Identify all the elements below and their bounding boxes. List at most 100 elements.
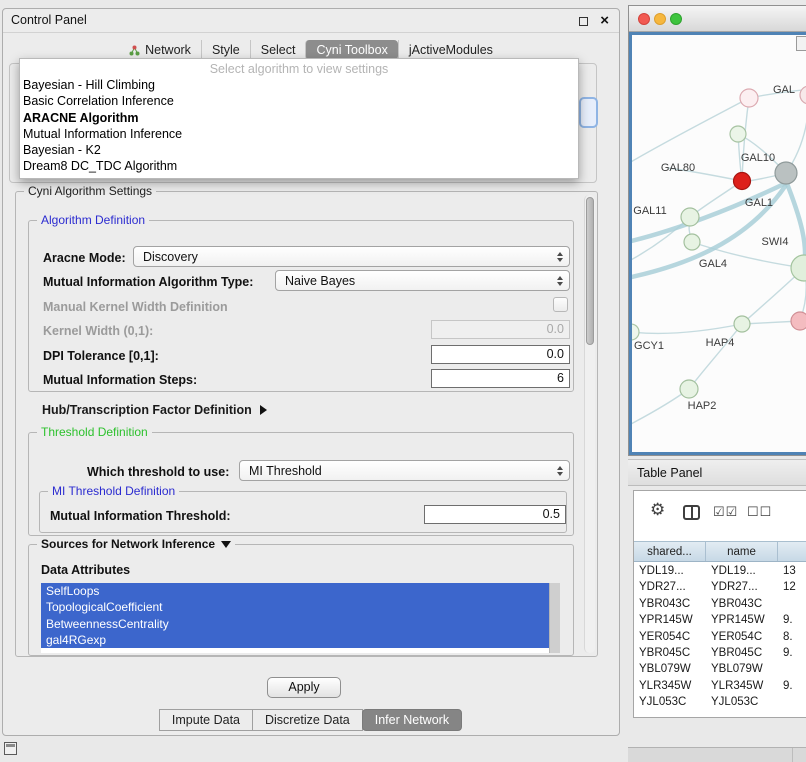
table-cell: YER054C	[634, 629, 706, 645]
table-row[interactable]: YDL19...YDL19...13	[634, 563, 806, 579]
expand-triangle-icon	[260, 405, 267, 415]
algorithm-option[interactable]: ARACNE Algorithm	[20, 110, 578, 126]
zoom-traffic-light[interactable]	[670, 13, 682, 25]
apply-button[interactable]: Apply	[267, 677, 341, 698]
column-header[interactable]: shared...	[634, 542, 706, 561]
node-label: GCY1	[634, 340, 664, 352]
network-node[interactable]	[680, 380, 698, 398]
tab-jactivemodules[interactable]: jActiveModules	[398, 40, 503, 60]
table-row[interactable]: YPR145WYPR145W9.	[634, 612, 806, 628]
node-label: GAL	[773, 84, 795, 96]
tab-infer-network[interactable]: Infer Network	[362, 709, 462, 731]
gear-icon[interactable]: ⚙	[650, 500, 665, 520]
deselect-all-icon[interactable]: ☐☐	[747, 504, 772, 520]
list-scrollbar[interactable]	[549, 583, 560, 653]
kernel-width-field[interactable]: 0.0	[431, 320, 570, 339]
select-all-icon[interactable]: ☑☑	[713, 504, 738, 520]
table-cell: 9.	[778, 645, 806, 661]
aracne-mode-select[interactable]: Discovery	[133, 246, 570, 267]
minimize-traffic-light[interactable]	[654, 13, 666, 25]
hub-definition-expander[interactable]: Hub/Transcription Factor Definition	[42, 403, 267, 417]
network-node[interactable]	[730, 126, 746, 142]
data-attribute-item[interactable]: BetweennessCentrality	[41, 616, 549, 632]
tab-style[interactable]: Style	[201, 40, 250, 60]
algorithm-option[interactable]: Basic Correlation Inference	[20, 93, 578, 109]
sources-expander[interactable]: Sources for Network Inference	[37, 537, 235, 551]
which-threshold-select[interactable]: MI Threshold	[239, 460, 570, 481]
combo-stepper-icon	[553, 252, 569, 262]
status-bar	[628, 747, 806, 762]
table-row[interactable]: YDR27...YDR27...12	[634, 579, 806, 595]
algorithm-option[interactable]: Dream8 DC_TDC Algorithm	[20, 158, 578, 174]
algorithm-option[interactable]: Bayesian - Hill Climbing	[20, 77, 578, 93]
float-window-icon[interactable]	[579, 17, 588, 26]
bottom-tabs: Impute Data Discretize Data Infer Networ…	[3, 709, 619, 731]
network-node[interactable]	[734, 173, 751, 190]
column-header[interactable]	[778, 542, 806, 561]
node-label: HAP2	[688, 400, 717, 412]
close-traffic-light[interactable]	[638, 13, 650, 25]
network-node[interactable]	[632, 324, 639, 340]
aracne-mode-label: Aracne Mode:	[43, 251, 126, 265]
scrollbar-corner[interactable]	[796, 36, 806, 51]
network-node[interactable]	[740, 89, 758, 107]
network-node[interactable]	[684, 234, 700, 250]
mi-steps-field[interactable]: 6	[431, 369, 570, 388]
table-cell: YPR145W	[634, 612, 706, 628]
data-attribute-item[interactable]: gal4RGexp	[41, 632, 549, 648]
tab-network[interactable]: Network	[119, 40, 201, 60]
table-body: YDL19...YDL19...13YDR27...YDR27...12YBR0…	[634, 563, 806, 717]
dpi-tolerance-field[interactable]: 0.0	[431, 345, 570, 364]
algorithm-option[interactable]: Bayesian - K2	[20, 142, 578, 158]
table-cell: YBL079W	[706, 661, 778, 677]
algorithm-options: Bayesian - Hill ClimbingBasic Correlatio…	[20, 77, 578, 175]
table-cell: YDL19...	[706, 563, 778, 579]
column-header[interactable]: name	[706, 542, 778, 561]
settings-scrollbar[interactable]	[584, 195, 595, 653]
table-cell: YER054C	[706, 629, 778, 645]
table-header-row: shared... name	[634, 541, 806, 562]
network-node[interactable]	[800, 86, 806, 104]
table-cell: YDL19...	[634, 563, 706, 579]
tab-discretize-data[interactable]: Discretize Data	[252, 709, 363, 731]
dpi-tolerance-label: DPI Tolerance [0,1]:	[43, 349, 159, 363]
network-edge	[786, 181, 805, 267]
sources-title: Sources for Network Inference	[41, 537, 215, 551]
table-row[interactable]: YLR345WYLR345W9.	[634, 678, 806, 694]
tab-select[interactable]: Select	[250, 40, 306, 60]
focus-fragment	[579, 97, 598, 128]
algorithm-dropdown-list: Select algorithm to view settings Bayesi…	[19, 58, 579, 179]
docked-panel-icon[interactable]	[4, 742, 17, 755]
table-row[interactable]: YBR043CYBR043C	[634, 596, 806, 612]
network-canvas[interactable]: GALGAL80GAL10GAL11GAL1SWI4GAL4GCY1HAP4HA…	[629, 32, 806, 455]
network-node[interactable]	[681, 208, 699, 226]
algorithm-option[interactable]: Mutual Information Inference	[20, 126, 578, 142]
columns-icon[interactable]	[683, 505, 700, 520]
node-label: HAP4	[706, 337, 735, 349]
network-node[interactable]	[775, 162, 797, 184]
status-bar-divider	[792, 748, 793, 762]
data-attributes-list: SelfLoopsTopologicalCoefficientBetweenne…	[41, 583, 560, 653]
network-tab-icon	[129, 45, 140, 56]
table-row[interactable]: YBL079WYBL079W	[634, 661, 806, 677]
table-row[interactable]: YBR045CYBR045C9.	[634, 645, 806, 661]
manual-kernel-checkbox[interactable]	[553, 297, 568, 312]
table-panel-header: Table Panel	[628, 459, 806, 486]
close-icon[interactable]: ×	[600, 12, 609, 30]
data-attribute-item[interactable]: TopologicalCoefficient	[41, 599, 549, 615]
mi-type-select[interactable]: Naive Bayes	[275, 270, 570, 291]
mi-threshold-group: MI Threshold Definition Mutual Informati…	[39, 491, 567, 533]
combo-stepper-icon	[553, 466, 569, 476]
scrollbar-thumb[interactable]	[586, 197, 594, 345]
data-attribute-item[interactable]: SelfLoops	[41, 583, 549, 599]
network-node[interactable]	[734, 316, 750, 332]
mi-threshold-field[interactable]: 0.5	[424, 505, 566, 524]
tab-cyni-toolbox[interactable]: Cyni Toolbox	[305, 40, 397, 60]
network-window-titlebar[interactable]	[629, 6, 806, 32]
hub-definition-label: Hub/Transcription Factor Definition	[42, 403, 252, 417]
table-row[interactable]: YJL053CYJL053C	[634, 694, 806, 710]
collapse-triangle-icon	[221, 541, 231, 548]
tab-impute-data[interactable]: Impute Data	[159, 709, 253, 731]
table-row[interactable]: YER054CYER054C8.	[634, 629, 806, 645]
network-node[interactable]	[791, 312, 806, 330]
